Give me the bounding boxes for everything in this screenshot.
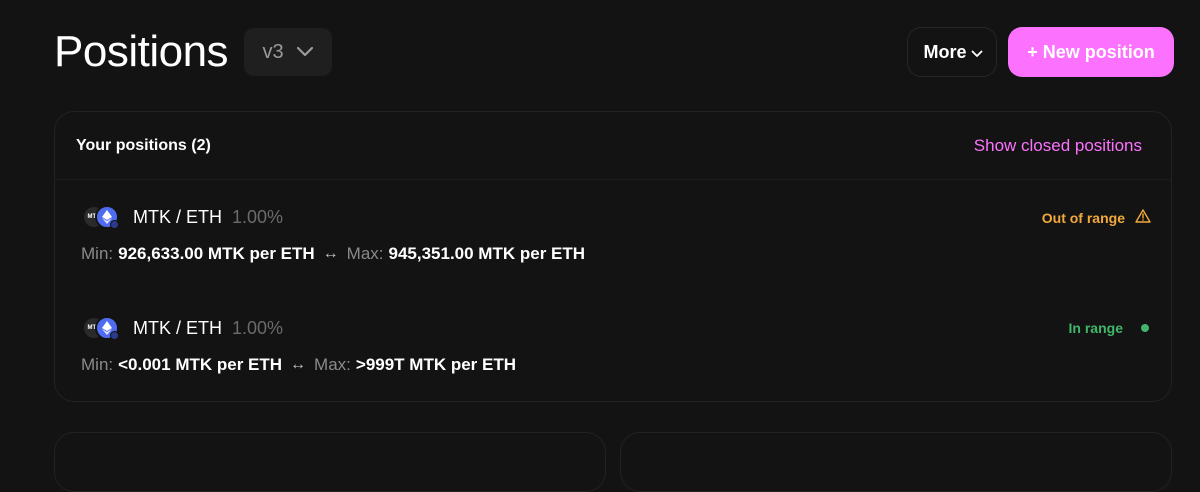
status-dot-icon [1141,324,1149,332]
position-row[interactable]: MTK MTK / ETH 1.00% Min: 926,633.00 MTK … [55,192,1171,292]
bottom-card-left [54,432,606,492]
pair-name: MTK / ETH [133,206,222,227]
position-pair: MTK MTK / ETH 1.00% [81,315,283,341]
max-label: Max: [346,244,384,263]
chevron-down-icon [971,42,983,63]
bottom-card-right [620,432,1172,492]
eth-token-icon [95,205,119,229]
max-value: >999T MTK per ETH [355,355,517,374]
version-select[interactable]: v3 [244,28,333,76]
range-arrow-icon: ↔ [322,245,339,262]
status-label: Out of range [1041,209,1125,226]
range-status: In range [1069,320,1151,336]
page-header: Positions v3 More + New position [54,24,1174,80]
max-label: Max: [314,355,351,374]
eth-token-icon [95,316,119,340]
token-pair-icons: MTK [81,204,121,230]
positions-card: Your positions (2) Show closed positions… [54,111,1172,402]
range-status: Out of range [1042,209,1151,226]
status-label: In range [1068,320,1123,336]
positions-count-title: Your positions (2) [76,136,211,154]
min-label: Min: [81,355,114,374]
price-range: Min: <0.001 MTK per ETH ↔ Max: >999T MTK… [81,355,516,375]
position-pair: MTK MTK / ETH 1.00% [81,204,283,230]
max-value: 945,351.00 MTK per ETH [388,244,586,263]
chain-badge-icon [110,220,119,229]
position-row[interactable]: MTK MTK / ETH 1.00% Min: <0.001 MTK per … [55,303,1171,403]
range-arrow-icon: ↔ [290,356,307,373]
min-value: 926,633.00 MTK per ETH [118,244,315,263]
positions-card-header: Your positions (2) Show closed positions [55,112,1171,180]
show-closed-positions-link[interactable]: Show closed positions [974,136,1142,156]
chain-badge-icon [110,331,119,340]
more-label: More [923,41,967,62]
version-label: v3 [262,40,284,63]
more-button[interactable]: More [907,27,997,77]
warning-triangle-icon [1135,209,1151,226]
header-actions: More + New position [907,27,1174,77]
chevron-down-icon [296,46,314,58]
token-pair-icons: MTK [81,315,121,341]
price-range: Min: 926,633.00 MTK per ETH ↔ Max: 945,3… [81,244,585,264]
min-value: <0.001 MTK per ETH [118,355,283,374]
page-title: Positions [54,27,229,76]
min-label: Min: [81,244,114,263]
fee-tier: 1.00% [232,317,284,338]
fee-tier: 1.00% [232,206,284,227]
new-position-button[interactable]: + New position [1008,27,1174,77]
pair-name: MTK / ETH [133,317,222,338]
